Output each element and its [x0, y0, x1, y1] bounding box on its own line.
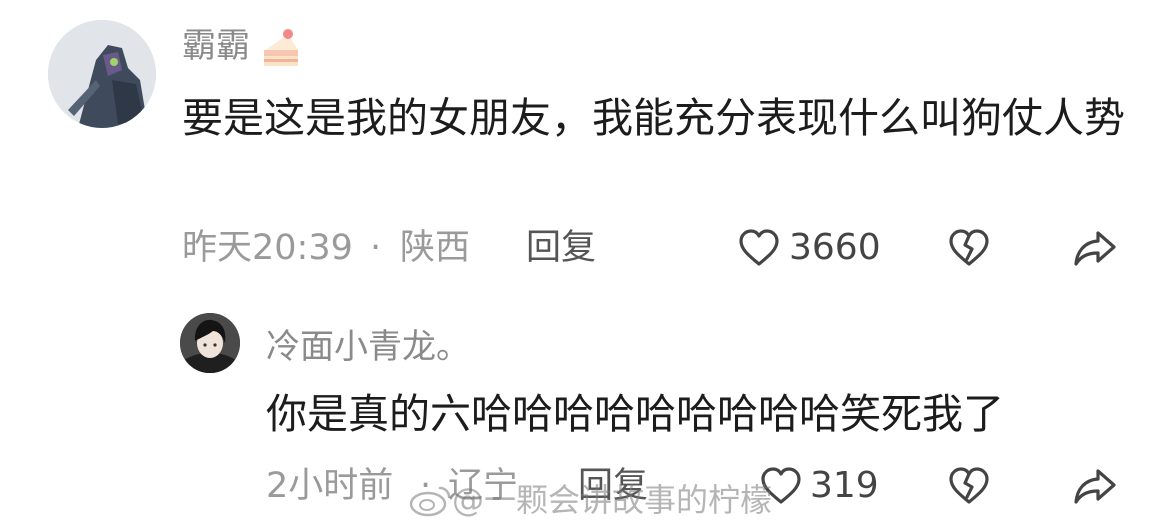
comment-time: 昨天20:39: [182, 228, 353, 268]
comment-text: 要是这是我的女朋友，我能充分表现什么叫狗仗人势: [182, 94, 1125, 142]
like-heart-icon[interactable]: [738, 228, 780, 268]
reply-button[interactable]: 回复: [526, 228, 596, 268]
weibo-logo-icon: [408, 482, 452, 518]
like-count: 3660: [789, 227, 881, 268]
reply-username[interactable]: 冷面小青龙。: [266, 327, 470, 367]
reply-text: 你是真的六哈哈哈哈哈哈哈哈哈笑死我了: [266, 390, 1004, 438]
robot-avatar-image: [48, 20, 156, 128]
comment-location: 陕西: [400, 228, 471, 268]
avatar[interactable]: [48, 20, 156, 128]
meta-separator: ·: [370, 228, 382, 268]
reply-time: 2小时前: [266, 466, 394, 506]
like-count: 319: [810, 465, 879, 506]
cake-icon: [258, 26, 304, 70]
watermark-text: @一颗会讲故事的柠檬: [452, 481, 773, 519]
character-avatar-image: [180, 313, 240, 373]
dislike-broken-heart-icon[interactable]: [948, 228, 990, 268]
dislike-broken-heart-icon[interactable]: [948, 466, 990, 506]
share-icon[interactable]: [1072, 228, 1118, 268]
share-icon[interactable]: [1072, 466, 1118, 506]
comment-username[interactable]: 霸霸: [182, 26, 250, 66]
reply-avatar[interactable]: [180, 313, 240, 373]
